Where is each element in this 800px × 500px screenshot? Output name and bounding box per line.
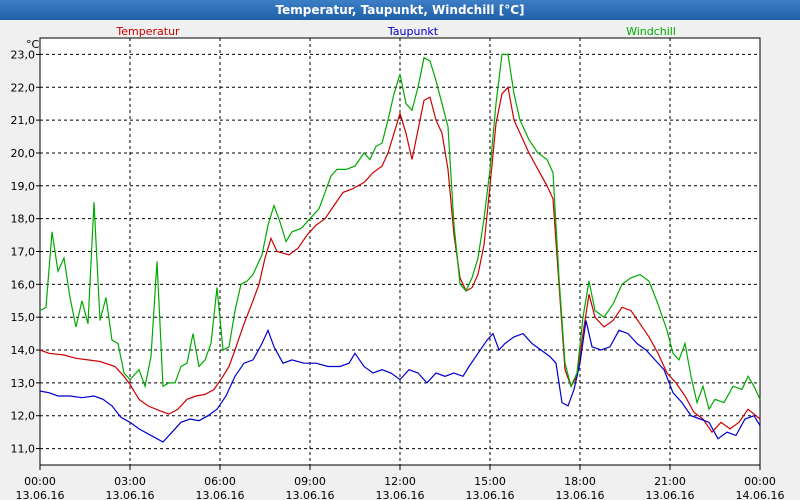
legend: Temperatur Taupunkt Windchill [115, 25, 676, 38]
y-tick-label: 21,0 [11, 114, 36, 127]
x-tick-date: 13.06.16 [286, 489, 335, 500]
x-tick-date: 13.06.16 [376, 489, 425, 500]
x-tick-date: 13.06.16 [196, 489, 245, 500]
x-tick-time: 12:00 [384, 475, 416, 488]
x-tick-date: 13.06.16 [16, 489, 65, 500]
x-tick-time: 03:00 [114, 475, 146, 488]
grid [40, 38, 760, 465]
x-tick-time: 00:00 [24, 475, 56, 488]
y-tick-label: 19,0 [11, 180, 36, 193]
x-tick-date: 13.06.16 [646, 489, 695, 500]
y-tick-label: 14,0 [11, 344, 36, 357]
y-tick-label: 13,0 [11, 377, 36, 390]
y-tick-label: 20,0 [11, 147, 36, 160]
x-tick-time: 21:00 [654, 475, 686, 488]
y-tick-label: 15,0 [11, 311, 36, 324]
x-tick-date: 13.06.16 [466, 489, 515, 500]
x-tick-date: 13.06.16 [556, 489, 605, 500]
y-axis: 11,0 12,0 13,0 14,0 15,0 16,0 17,0 18,0 19,0 20,0… [11, 48, 40, 456]
x-tick-date: 14.06.16 [736, 489, 785, 500]
x-axis: 00:0013.06.1603:0013.06.1606:0013.06.160… [16, 465, 785, 500]
x-tick-time: 06:00 [204, 475, 236, 488]
legend-entry-taupunkt: Taupunkt [387, 25, 439, 38]
line-chart: 11,0 12,0 13,0 14,0 15,0 16,0 17,0 18,0 19,0 20,0… [11, 25, 785, 500]
y-tick-label: 12,0 [11, 410, 36, 423]
y-tick-label: 22,0 [11, 81, 36, 94]
x-tick-time: 18:00 [564, 475, 596, 488]
y-tick-label: 16,0 [11, 278, 36, 291]
legend-entry-windchill: Windchill [626, 25, 676, 38]
y-tick-label: 11,0 [11, 443, 36, 456]
y-axis-label: °C [26, 38, 40, 51]
y-tick-label: 17,0 [11, 246, 36, 259]
legend-entry-temperatur: Temperatur [115, 25, 180, 38]
x-tick-time: 15:00 [474, 475, 506, 488]
y-tick-label: 18,0 [11, 213, 36, 226]
x-tick-time: 09:00 [294, 475, 326, 488]
x-tick-date: 13.06.16 [106, 489, 155, 500]
x-tick-time: 00:00 [744, 475, 776, 488]
chart-title: Temperatur, Taupunkt, Windchill [°C] [0, 0, 800, 20]
